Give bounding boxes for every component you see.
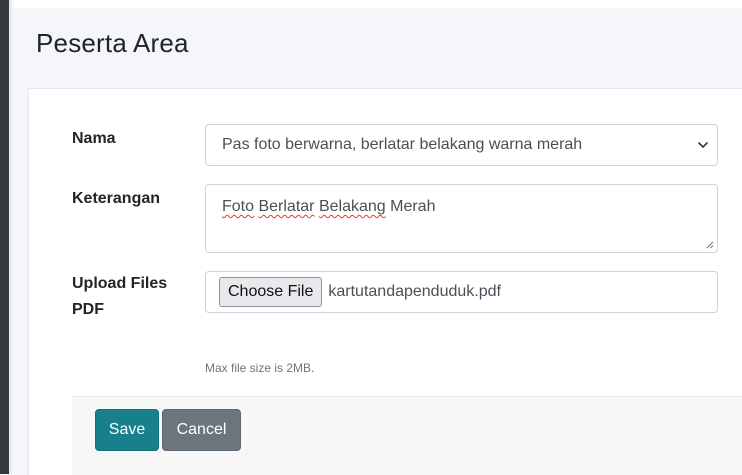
upload-label: Upload Files PDF bbox=[72, 271, 167, 323]
resize-grip-icon[interactable] bbox=[705, 240, 714, 249]
chevron-down-icon bbox=[698, 142, 708, 148]
upload-label-line1: Upload Files bbox=[72, 275, 168, 292]
sidebar-edge bbox=[0, 0, 9, 474]
cancel-button[interactable]: Cancel bbox=[162, 409, 241, 451]
page-title: Peserta Area bbox=[36, 28, 189, 58]
keterangan-label: Keterangan bbox=[72, 190, 161, 207]
spellcheck-word: Belakang bbox=[318, 198, 386, 215]
top-navbar-edge bbox=[12, 0, 742, 8]
choose-file-button[interactable]: Choose File bbox=[219, 277, 323, 307]
nama-label: Nama bbox=[72, 130, 116, 147]
pdf-file-input[interactable]: Choose File kartutandapenduduk.pdf bbox=[205, 271, 718, 313]
keterangan-text: Foto Berlatar Belakang Merah bbox=[222, 198, 436, 215]
spellcheck-word: Berlatar bbox=[258, 198, 315, 215]
keterangan-textarea[interactable]: Foto Berlatar Belakang Merah bbox=[205, 184, 718, 253]
nama-select[interactable]: Pas foto berwarna, berlatar belakang war… bbox=[205, 124, 718, 166]
selected-file-name: kartutandapenduduk.pdf bbox=[328, 283, 501, 300]
upload-label-line2: PDF bbox=[72, 301, 104, 318]
sidebar-edge-shadow bbox=[9, 0, 12, 474]
spellcheck-word: Foto bbox=[222, 198, 255, 215]
nama-select-value: Pas foto berwarna, berlatar belakang war… bbox=[222, 136, 583, 153]
save-button[interactable]: Save bbox=[95, 409, 159, 451]
file-size-help-text: Max file size is 2MB. bbox=[205, 361, 315, 375]
